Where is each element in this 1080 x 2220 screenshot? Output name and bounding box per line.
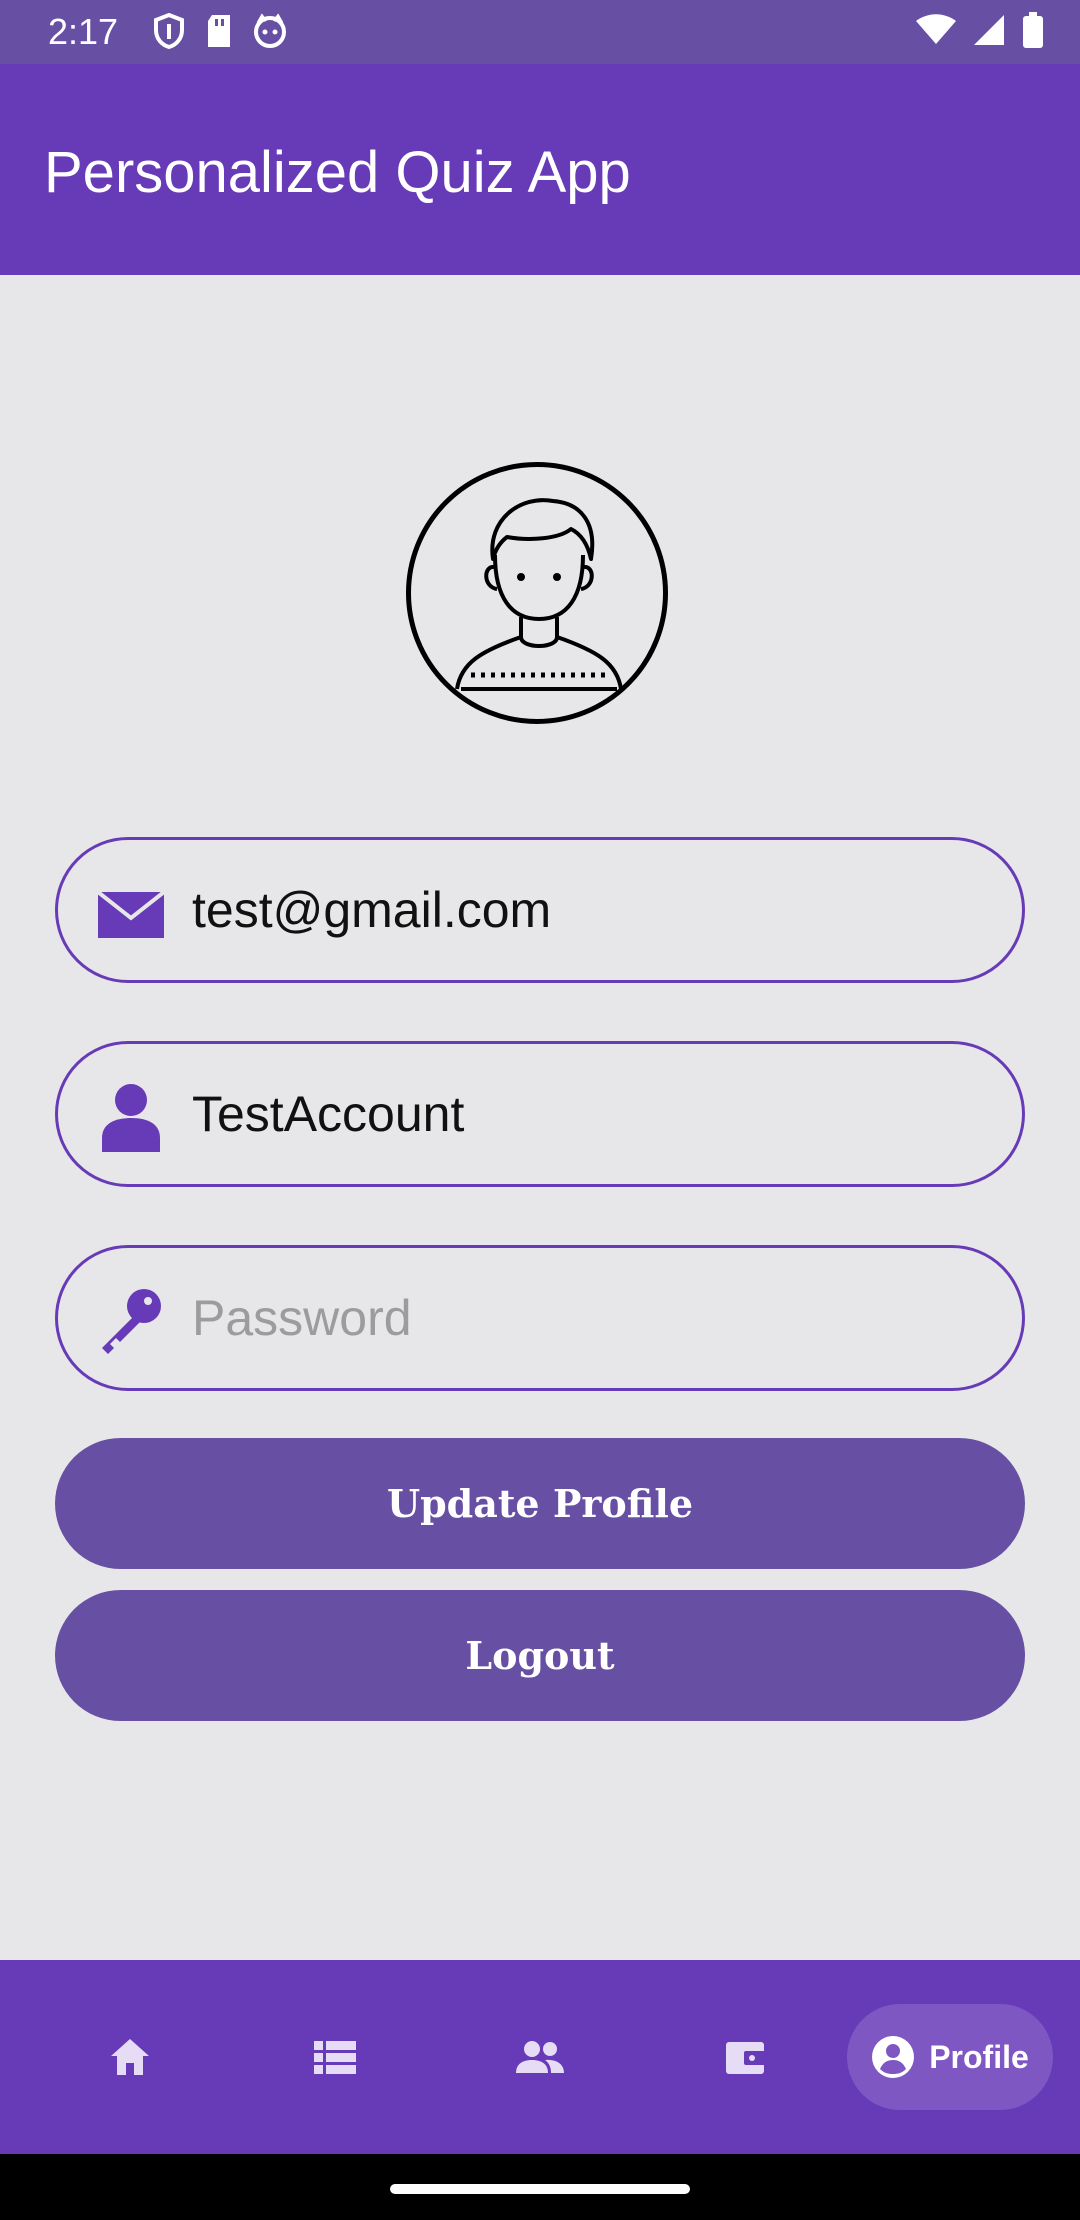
email-value: test@gmail.com [192,882,552,938]
username-field[interactable]: TestAccount [55,1041,1025,1187]
update-profile-button[interactable]: Update Profile [55,1438,1025,1569]
account-circle-icon [872,2036,915,2078]
battery-icon [1023,12,1043,48]
status-time: 2:17 [48,11,119,52]
nav-profile-label: Profile [929,2038,1029,2075]
signal-icon [974,15,1004,45]
profile-avatar[interactable] [406,462,668,724]
email-field[interactable]: test@gmail.com [55,837,1025,983]
shield-icon [154,12,184,50]
home-gesture-handle[interactable] [390,2184,690,2194]
app-bar: Personalized Quiz App [0,64,1080,275]
wifi-icon [916,14,956,44]
list-icon [314,2041,356,2074]
wallet-icon [726,2042,766,2074]
status-bar: 2:17 [0,0,1080,64]
status-icons-right [916,12,1044,48]
person-icon [102,1084,160,1152]
nav-item-list[interactable] [275,1960,395,2154]
password-placeholder: Password [192,1290,412,1346]
status-icons-left [152,12,288,50]
nav-item-wallet[interactable] [685,1960,805,2154]
nav-item-profile[interactable]: Profile [847,2004,1053,2110]
key-icon [102,1289,161,1354]
email-icon [96,890,166,938]
user-avatar-icon [455,498,623,691]
group-icon [516,2041,564,2073]
bottom-navigation: Profile [0,1960,1080,2154]
app-title: Personalized Quiz App [44,140,631,205]
home-icon [111,2039,149,2075]
password-field[interactable]: Password [55,1245,1025,1391]
username-value: TestAccount [192,1086,465,1142]
nav-item-home[interactable] [70,1960,190,2154]
logout-button[interactable]: Logout [55,1590,1025,1721]
sd-card-icon [208,15,230,47]
nav-item-group[interactable] [480,1960,600,2154]
cat-icon [254,13,286,48]
